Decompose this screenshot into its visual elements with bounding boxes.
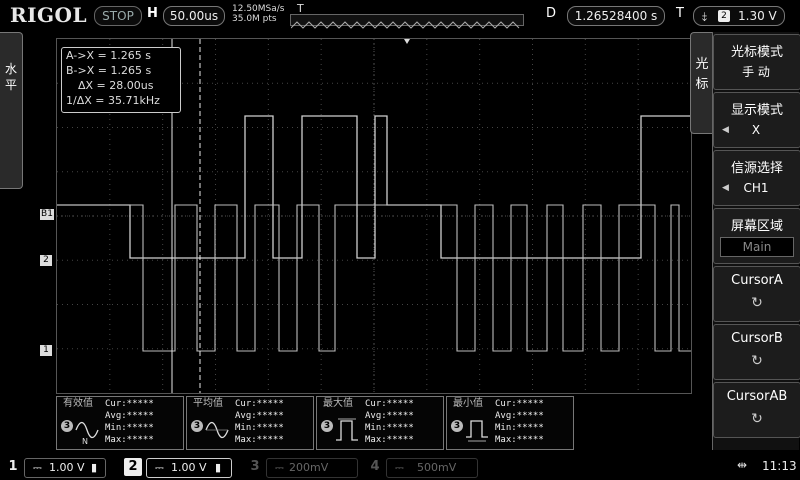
menu-item-title: 信源选择 [730, 161, 783, 176]
cursor-ab-item[interactable]: CursorAB ↻ [713, 382, 800, 438]
left-arrow-icon: ◀ [722, 183, 729, 193]
measurement-values: Cur:***** Avg:***** Min:***** Max:***** [365, 399, 414, 445]
ch1-scale[interactable]: ⎓ 1.00 V ▮ [24, 458, 106, 478]
left-arrow-icon: ◀ [722, 125, 729, 135]
battery-icon: ▮ [215, 461, 222, 474]
run-stop-indicator[interactable]: STOP [94, 6, 142, 26]
cursor-mode-item[interactable]: 光标模式 手 动 [713, 34, 800, 90]
measurement-values: Cur:***** Avg:***** Min:***** Max:***** [105, 399, 154, 445]
menu-item-title: CursorB [731, 331, 783, 346]
menu-item-title: CursorAB [726, 389, 788, 404]
measurement-values: Cur:***** Avg:***** Min:***** Max:***** [495, 399, 544, 445]
display-mode-value[interactable]: ◀ X [720, 121, 792, 139]
channel-status-bar: 1 ⎓ 1.00 V ▮ 2 ⎓ 1.00 V ▮ 3 ⎓ 200mV 4 ⎓ … [0, 454, 800, 480]
measurement-min[interactable]: 最小值 3 Cur:***** Avg:***** Min:***** Max:***… [446, 396, 574, 450]
dc-coupling-icon: ⎓ [275, 461, 284, 474]
clock: 11:13 [762, 459, 797, 473]
sample-rate: 12.50MSa/s [232, 4, 285, 14]
memory-overview-strip [290, 14, 524, 29]
measurement-mean[interactable]: 平均值 3 Cur:***** Avg:***** Min:***** Max:***… [186, 396, 314, 450]
bus-b1-marker[interactable]: B1 [40, 209, 54, 220]
display-mode-item[interactable]: 显示模式 ◀ X [713, 92, 800, 148]
brand-logo: RIGOL [10, 3, 88, 27]
ch4-scale[interactable]: ⎓ 500mV [386, 458, 478, 478]
usb-icon: ⇹ [737, 458, 748, 472]
measurement-name: 最小值 [453, 398, 483, 409]
rotate-knob-icon: ↻ [751, 411, 763, 427]
pulse-min-icon [466, 420, 488, 442]
falling-edge-icon: ⤈ [702, 9, 708, 23]
cursor-delta-x: ΔX = 28.00us [78, 79, 154, 92]
cursor-b-x: B->X = 1.265 s [66, 64, 152, 77]
measurement-max[interactable]: 最大值 3 Cur:***** Avg:***** Min:***** Max:***… [316, 396, 444, 450]
measurement-channel-badge: 3 [451, 420, 463, 432]
rotate-knob-icon: ↻ [751, 353, 763, 369]
menu-item-title: CursorA [731, 273, 783, 288]
memory-depth: 35.0M pts [232, 14, 277, 24]
cursor-tab-label: 光标 [695, 57, 709, 92]
sine-wave-icon [205, 421, 229, 439]
pulse-max-icon [336, 418, 358, 441]
ch1-number[interactable]: 1 [4, 458, 22, 476]
dc-coupling-icon: ⎓ [395, 461, 404, 474]
horizontal-menu-tab[interactable]: 水平 [0, 32, 23, 189]
menu-item-title: 光标模式 [730, 45, 783, 60]
horizontal-tab-label: 水平 [4, 62, 17, 92]
measurement-name: 有效值 [63, 398, 93, 409]
source-select-value[interactable]: ◀ CH1 [720, 179, 792, 197]
ch1-offset-marker[interactable]: 1 [40, 345, 52, 356]
cursor-b-item[interactable]: CursorB ↻ [713, 324, 800, 380]
cursor-readout-box: A->X = 1.265 s B->X = 1.265 s ΔX = 28.00… [61, 47, 181, 113]
cursor-mode-value[interactable]: 手 动 [720, 63, 792, 81]
timebase-value[interactable]: 50.00us [163, 6, 225, 26]
ch3-scale[interactable]: ⎓ 200mV [266, 458, 358, 478]
source-select-item[interactable]: 信源选择 ◀ CH1 [713, 150, 800, 206]
ch2-offset-marker[interactable]: 2 [40, 255, 52, 266]
cursor-menu: 光标模式 手 动 显示模式 ◀ X 信源选择 ◀ CH1 屏幕区域 Main Cur… [712, 32, 800, 450]
measurement-channel-badge: 3 [61, 420, 73, 432]
measurement-name: 平均值 [193, 398, 223, 409]
cursor-a-item[interactable]: CursorA ↻ [713, 266, 800, 322]
ch2-scale[interactable]: ⎓ 1.00 V ▮ [146, 458, 232, 478]
trigger-level: 1.30 V [738, 9, 777, 23]
cursor-inv-delta-x: 1/ΔX = 35.71kHz [66, 94, 160, 107]
memory-waveform-preview [290, 21, 520, 29]
battery-icon: ▮ [91, 461, 98, 474]
measurement-rms[interactable]: 有效值 3 N Cur:***** Avg:***** Min:***** Max:*… [56, 396, 184, 450]
ch2-number[interactable]: 2 [124, 458, 142, 476]
dc-coupling-icon: ⎓ [33, 461, 42, 474]
measurement-name: 最大值 [323, 398, 353, 409]
delay-value[interactable]: 1.26528400 s [567, 6, 665, 26]
menu-item-title: 屏幕区域 [730, 219, 783, 234]
acquisition-info: 12.50MSa/s 35.0M pts [232, 4, 284, 24]
dc-coupling-icon: ⎓ [155, 461, 164, 474]
trigger-source-badge: 2 [718, 10, 730, 22]
sine-wave-icon: N [75, 421, 99, 445]
horizontal-label: H [147, 6, 158, 21]
screen-region-item[interactable]: 屏幕区域 Main [713, 208, 800, 264]
rotate-knob-icon: ↻ [751, 295, 763, 311]
cursor-a-x: A->X = 1.265 s [66, 49, 151, 62]
top-status-bar: RIGOL STOP H 50.00us 12.50MSa/s 35.0M pt… [0, 0, 800, 30]
ch4-number[interactable]: 4 [366, 458, 384, 476]
screen-region-value[interactable]: Main [720, 237, 794, 257]
cursor-menu-tab[interactable]: 光标 [690, 32, 713, 134]
measurement-values: Cur:***** Avg:***** Min:***** Max:***** [235, 399, 284, 445]
svg-text:N: N [82, 437, 88, 445]
trigger-settings[interactable]: ⤈ 2 1.30 V [693, 6, 785, 26]
measurement-channel-badge: 3 [191, 420, 203, 432]
measurement-channel-badge: 3 [321, 420, 333, 432]
trigger-label: T [676, 6, 684, 21]
delay-label: D [546, 6, 557, 21]
menu-item-title: 显示模式 [730, 103, 783, 118]
ch3-number[interactable]: 3 [246, 458, 264, 476]
